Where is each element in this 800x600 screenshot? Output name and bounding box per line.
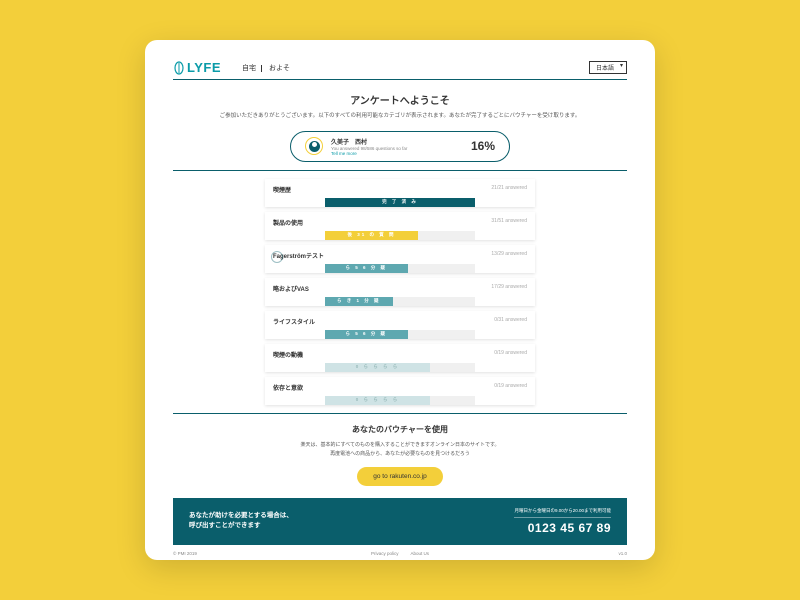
help-hours: 月曜日から金曜日の9.00から20.00まで利用可能 xyxy=(514,508,611,518)
help-line2: 呼び出すことができます xyxy=(189,521,293,531)
section-answered: 0/19 answered xyxy=(494,350,527,359)
nav-about[interactable]: およそ xyxy=(264,65,295,72)
nav-home[interactable]: 自宅 xyxy=(237,65,262,72)
help-box: あなたが助けを必要とする場合は、 呼び出すことができます 月曜日から金曜日の9.… xyxy=(173,498,627,545)
progress-bar: ら 5 6 分 疑 xyxy=(325,330,475,339)
logo[interactable]: LYFE xyxy=(173,60,221,75)
user-name: 久美子 西村 xyxy=(331,137,463,146)
footer-version: v1.0 xyxy=(618,551,627,556)
language-select[interactable]: 日本語 xyxy=(589,61,627,74)
voucher-desc2: 再度電池への商品から、あなたが必要なものを見つけるだろう xyxy=(173,450,627,459)
help-phone[interactable]: 0123 45 67 89 xyxy=(514,521,611,535)
language-value: 日本語 xyxy=(596,66,614,72)
footer: © PMI 2019 Privacy policy About Us v1.0 xyxy=(173,551,627,556)
progress-bar: ら き 1 分 疑 xyxy=(325,297,475,306)
section-title: 喫煙歴 xyxy=(273,185,291,194)
loading-icon xyxy=(271,251,283,263)
help-line1: あなたが助けを必要とする場合は、 xyxy=(189,511,293,521)
nav: 自宅 およそ xyxy=(237,63,295,73)
progress-fill: ら 5 6 分 疑 xyxy=(325,264,408,273)
section-answered: 0/31 answered xyxy=(494,317,527,326)
footer-copyright: © PMI 2019 xyxy=(173,551,197,556)
section-card[interactable]: ライフスタイル 0/31 answered ら 5 6 分 疑 xyxy=(265,311,535,339)
progress-percent: 16% xyxy=(471,139,495,153)
divider xyxy=(173,170,627,171)
progress-bar: ら 5 6 分 疑 xyxy=(325,264,475,273)
welcome-title: アンケートへようこそ xyxy=(173,92,627,107)
logo-text: LYFE xyxy=(187,60,221,75)
section-title: 略およびVAS xyxy=(273,284,309,293)
section-answered: 0/19 answered xyxy=(494,383,527,392)
section-card[interactable]: 略およびVAS 17/29 answered ら き 1 分 疑 xyxy=(265,278,535,306)
section-title: 依存と意欲 xyxy=(273,383,303,392)
sections-list: 喫煙歴 21/21 answered 完 了 済 み製品の使用 31/51 answe… xyxy=(265,179,535,405)
app-card: LYFE 自宅 およそ 日本語 アンケートへようこそ ご参加いただきありがとうご… xyxy=(145,40,655,560)
section-answered: 31/51 answered xyxy=(491,218,527,227)
section-card[interactable]: 喫煙の動機 0/19 answered 0 ら ら ら ら xyxy=(265,344,535,372)
section-title: 製品の使用 xyxy=(273,218,303,227)
voucher-desc1: 楽天は、基本的にすべてのものを購入することができますオンライン日本のサイトです。 xyxy=(173,441,627,450)
progress-bar: 後 31 の 質 問 xyxy=(325,231,475,240)
footer-privacy[interactable]: Privacy policy xyxy=(371,551,399,556)
section-answered: 21/21 answered xyxy=(491,185,527,194)
section-title: ライフスタイル xyxy=(273,317,315,326)
section-card[interactable]: 依存と意欲 0/19 answered 0 ら ら ら ら xyxy=(265,377,535,405)
progress-bar: 完 了 済 み xyxy=(325,198,475,207)
progress-bar: 0 ら ら ら ら xyxy=(325,363,475,372)
section-answered: 17/29 answered xyxy=(491,284,527,293)
section-title: 喫煙の動機 xyxy=(273,350,303,359)
welcome-desc: ご参加いただきありがとうございます。以下のすべての利用可能なカテゴリが表示されま… xyxy=(173,112,627,121)
progress-fill: 0 ら ら ら ら xyxy=(325,396,430,405)
section-answered: 13/29 answered xyxy=(491,251,527,260)
header: LYFE 自宅 およそ 日本語 xyxy=(173,60,627,80)
progress-fill: 後 31 の 質 問 xyxy=(325,231,418,240)
avatar xyxy=(305,137,323,155)
voucher-block: あなたのバウチャーを使用 楽天は、基本的にすべてのものを購入することができますオ… xyxy=(173,424,627,486)
divider xyxy=(173,413,627,414)
progress-fill: ら 5 6 分 疑 xyxy=(325,330,408,339)
progress-fill: ら き 1 分 疑 xyxy=(325,297,393,306)
section-card[interactable]: 製品の使用 31/51 answered 後 31 の 質 問 xyxy=(265,212,535,240)
section-card[interactable]: 喫煙歴 21/21 answered 完 了 済 み xyxy=(265,179,535,207)
progress-bar: 0 ら ら ら ら xyxy=(325,396,475,405)
progress-link[interactable]: Tell me more xyxy=(331,151,463,156)
voucher-title: あなたのバウチャーを使用 xyxy=(173,424,627,435)
voucher-button[interactable]: go to rakuten.co.jp xyxy=(357,467,442,486)
section-card[interactable]: Fagerströmテスト13/29 answeredら 5 6 分 疑 xyxy=(265,245,535,273)
progress-fill: 完 了 済 み xyxy=(325,198,475,207)
progress-pill: 久美子 西村 You answered 98/586 questions so … xyxy=(290,131,510,162)
welcome: アンケートへようこそ ご参加いただきありがとうございます。以下のすべての利用可能… xyxy=(173,92,627,121)
progress-fill: 0 ら ら ら ら xyxy=(325,363,430,372)
footer-about[interactable]: About Us xyxy=(411,551,430,556)
